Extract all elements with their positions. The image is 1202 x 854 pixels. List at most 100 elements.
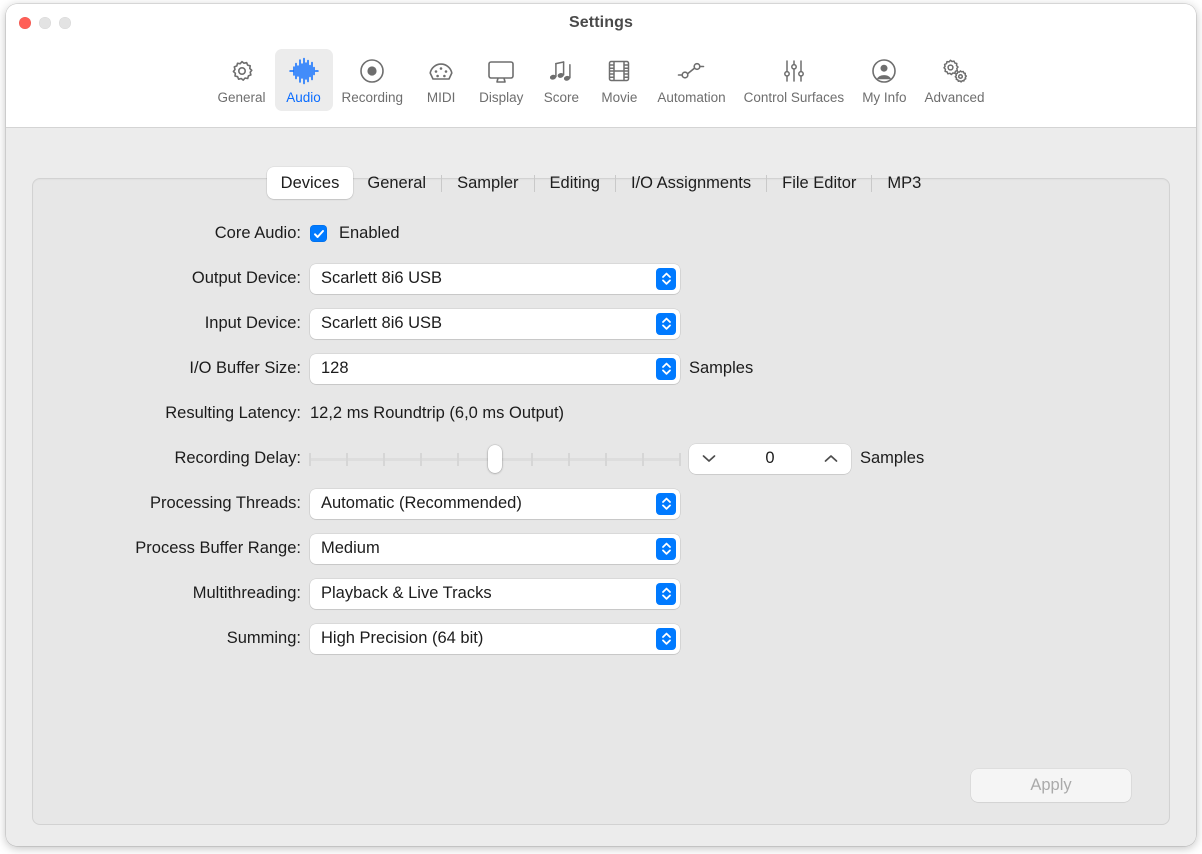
toolbar-item-control-surfaces[interactable]: Control Surfaces (735, 49, 854, 111)
recording-delay-stepper[interactable]: 0 (689, 443, 851, 474)
row-core-audio: Core Audio: Enabled (33, 211, 1169, 256)
output-device-label: Output Device: (191, 269, 301, 287)
toolbar-label: MIDI (426, 90, 456, 105)
core-audio-checkbox[interactable] (310, 225, 327, 242)
tab-io-assignments[interactable]: I/O Assignments (617, 167, 765, 199)
toolbar-item-display[interactable]: Display (470, 49, 532, 111)
row-processing-threads: Processing Threads: Automatic (Recommend… (33, 481, 1169, 526)
chevron-down-icon[interactable] (701, 454, 717, 463)
toolbar-label: Automation (657, 90, 726, 105)
sliders-icon (780, 55, 808, 87)
settings-body: Devices General Sampler Editing I/O Assi… (6, 128, 1196, 846)
processing-threads-select[interactable]: Automatic (Recommended) (310, 488, 680, 519)
toolbar-label: Control Surfaces (743, 90, 845, 105)
input-device-value: Scarlett 8i6 USB (321, 314, 443, 332)
multithreading-label: Multithreading: (192, 584, 301, 602)
row-summing: Summing: High Precision (64 bit) (33, 616, 1169, 661)
toolbar-label: Audio (286, 90, 321, 105)
recording-delay-slider[interactable] (309, 444, 681, 473)
toolbar-label: Movie (601, 90, 638, 105)
process-buffer-range-value: Medium (321, 539, 380, 557)
toolbar-label: Recording (341, 90, 404, 105)
summing-value: High Precision (64 bit) (321, 629, 484, 647)
tab-separator (441, 174, 443, 192)
toolbar-item-automation[interactable]: Automation (648, 49, 734, 111)
chevron-up-down-icon (656, 582, 676, 605)
row-output-device: Output Device: Scarlett 8i6 USB (33, 256, 1169, 301)
settings-toolbar: General Audio Recording MIDI Display Sco… (6, 49, 1196, 111)
chevron-up-down-icon (656, 537, 676, 560)
resulting-latency-label: Resulting Latency: (165, 404, 301, 422)
toolbar-label: General (217, 90, 266, 105)
processing-threads-label: Processing Threads: (149, 494, 301, 512)
tab-strip: Devices General Sampler Editing I/O Assi… (6, 167, 1196, 199)
tab-separator (871, 174, 873, 192)
devices-form: Core Audio: Enabled Output Device: Scarl… (33, 211, 1169, 661)
io-buffer-size-label: I/O Buffer Size: (189, 359, 301, 377)
monitor-icon (486, 55, 516, 87)
toolbar-item-score[interactable]: Score (532, 49, 590, 111)
tab-file-editor[interactable]: File Editor (768, 167, 870, 199)
io-buffer-size-select[interactable]: 128 (310, 353, 680, 384)
output-device-select[interactable]: Scarlett 8i6 USB (310, 263, 680, 294)
toolbar-item-general[interactable]: General (209, 49, 275, 111)
tab-separator (533, 174, 535, 192)
midi-connector-icon (427, 55, 455, 87)
devices-panel: Core Audio: Enabled Output Device: Scarl… (32, 178, 1170, 825)
toolbar-label: Advanced (924, 90, 985, 105)
tab-devices[interactable]: Devices (266, 167, 354, 199)
toolbar-item-my-info[interactable]: My Info (853, 49, 915, 111)
gear-icon (228, 55, 256, 87)
process-buffer-range-label: Process Buffer Range: (135, 539, 301, 557)
row-input-device: Input Device: Scarlett 8i6 USB (33, 301, 1169, 346)
chevron-up-icon[interactable] (823, 454, 839, 463)
apply-button[interactable]: Apply (971, 769, 1131, 802)
row-process-buffer-range: Process Buffer Range: Medium (33, 526, 1169, 571)
toolbar-item-midi[interactable]: MIDI (412, 49, 470, 111)
toolbar-label: My Info (862, 90, 907, 105)
checkmark-icon (313, 229, 324, 238)
toolbar-item-advanced[interactable]: Advanced (915, 49, 993, 111)
settings-window: Settings General Audio Recording MIDI Di… (6, 4, 1196, 846)
chevron-up-down-icon (656, 267, 676, 290)
slider-thumb[interactable] (488, 444, 502, 473)
double-gear-icon (939, 55, 969, 87)
core-audio-enabled-label: Enabled (339, 224, 400, 242)
tab-separator (614, 174, 616, 192)
row-multithreading: Multithreading: Playback & Live Tracks (33, 571, 1169, 616)
core-audio-label: Core Audio: (214, 224, 301, 242)
record-circle-icon (358, 55, 386, 87)
tab-editing[interactable]: Editing (536, 167, 614, 199)
io-buffer-size-value: 128 (321, 359, 349, 377)
music-notes-icon (547, 55, 575, 87)
toolbar-item-recording[interactable]: Recording (333, 49, 413, 111)
toolbar-item-movie[interactable]: Movie (590, 49, 648, 111)
film-strip-icon (605, 55, 633, 87)
tab-sampler[interactable]: Sampler (443, 167, 532, 199)
summing-label: Summing: (226, 629, 301, 647)
resulting-latency-value: 12,2 ms Roundtrip (6,0 ms Output) (310, 404, 565, 422)
process-buffer-range-select[interactable]: Medium (310, 533, 680, 564)
window-title: Settings (569, 14, 633, 31)
toolbar-item-audio[interactable]: Audio (274, 49, 333, 111)
input-device-select[interactable]: Scarlett 8i6 USB (310, 308, 680, 339)
waveform-icon (288, 55, 320, 87)
toolbar-label: Display (479, 90, 524, 105)
multithreading-value: Playback & Live Tracks (321, 584, 492, 602)
chevron-up-down-icon (656, 492, 676, 515)
multithreading-select[interactable]: Playback & Live Tracks (310, 578, 680, 609)
tab-separator (766, 174, 768, 192)
titlebar: Settings General Audio Recording MIDI Di… (6, 4, 1196, 128)
row-resulting-latency: Resulting Latency: 12,2 ms Roundtrip (6,… (33, 391, 1169, 436)
processing-threads-value: Automatic (Recommended) (321, 494, 522, 512)
chevron-up-down-icon (656, 357, 676, 380)
summing-select[interactable]: High Precision (64 bit) (310, 623, 680, 654)
io-buffer-size-unit: Samples (689, 359, 754, 377)
input-device-label: Input Device: (204, 314, 301, 332)
recording-delay-value: 0 (765, 449, 775, 467)
chevron-up-down-icon (656, 312, 676, 335)
tab-mp3[interactable]: MP3 (873, 167, 935, 199)
tab-general[interactable]: General (353, 167, 440, 199)
row-recording-delay: Recording Delay: 0 Samples (33, 436, 1169, 481)
toolbar-label: Score (543, 90, 579, 105)
